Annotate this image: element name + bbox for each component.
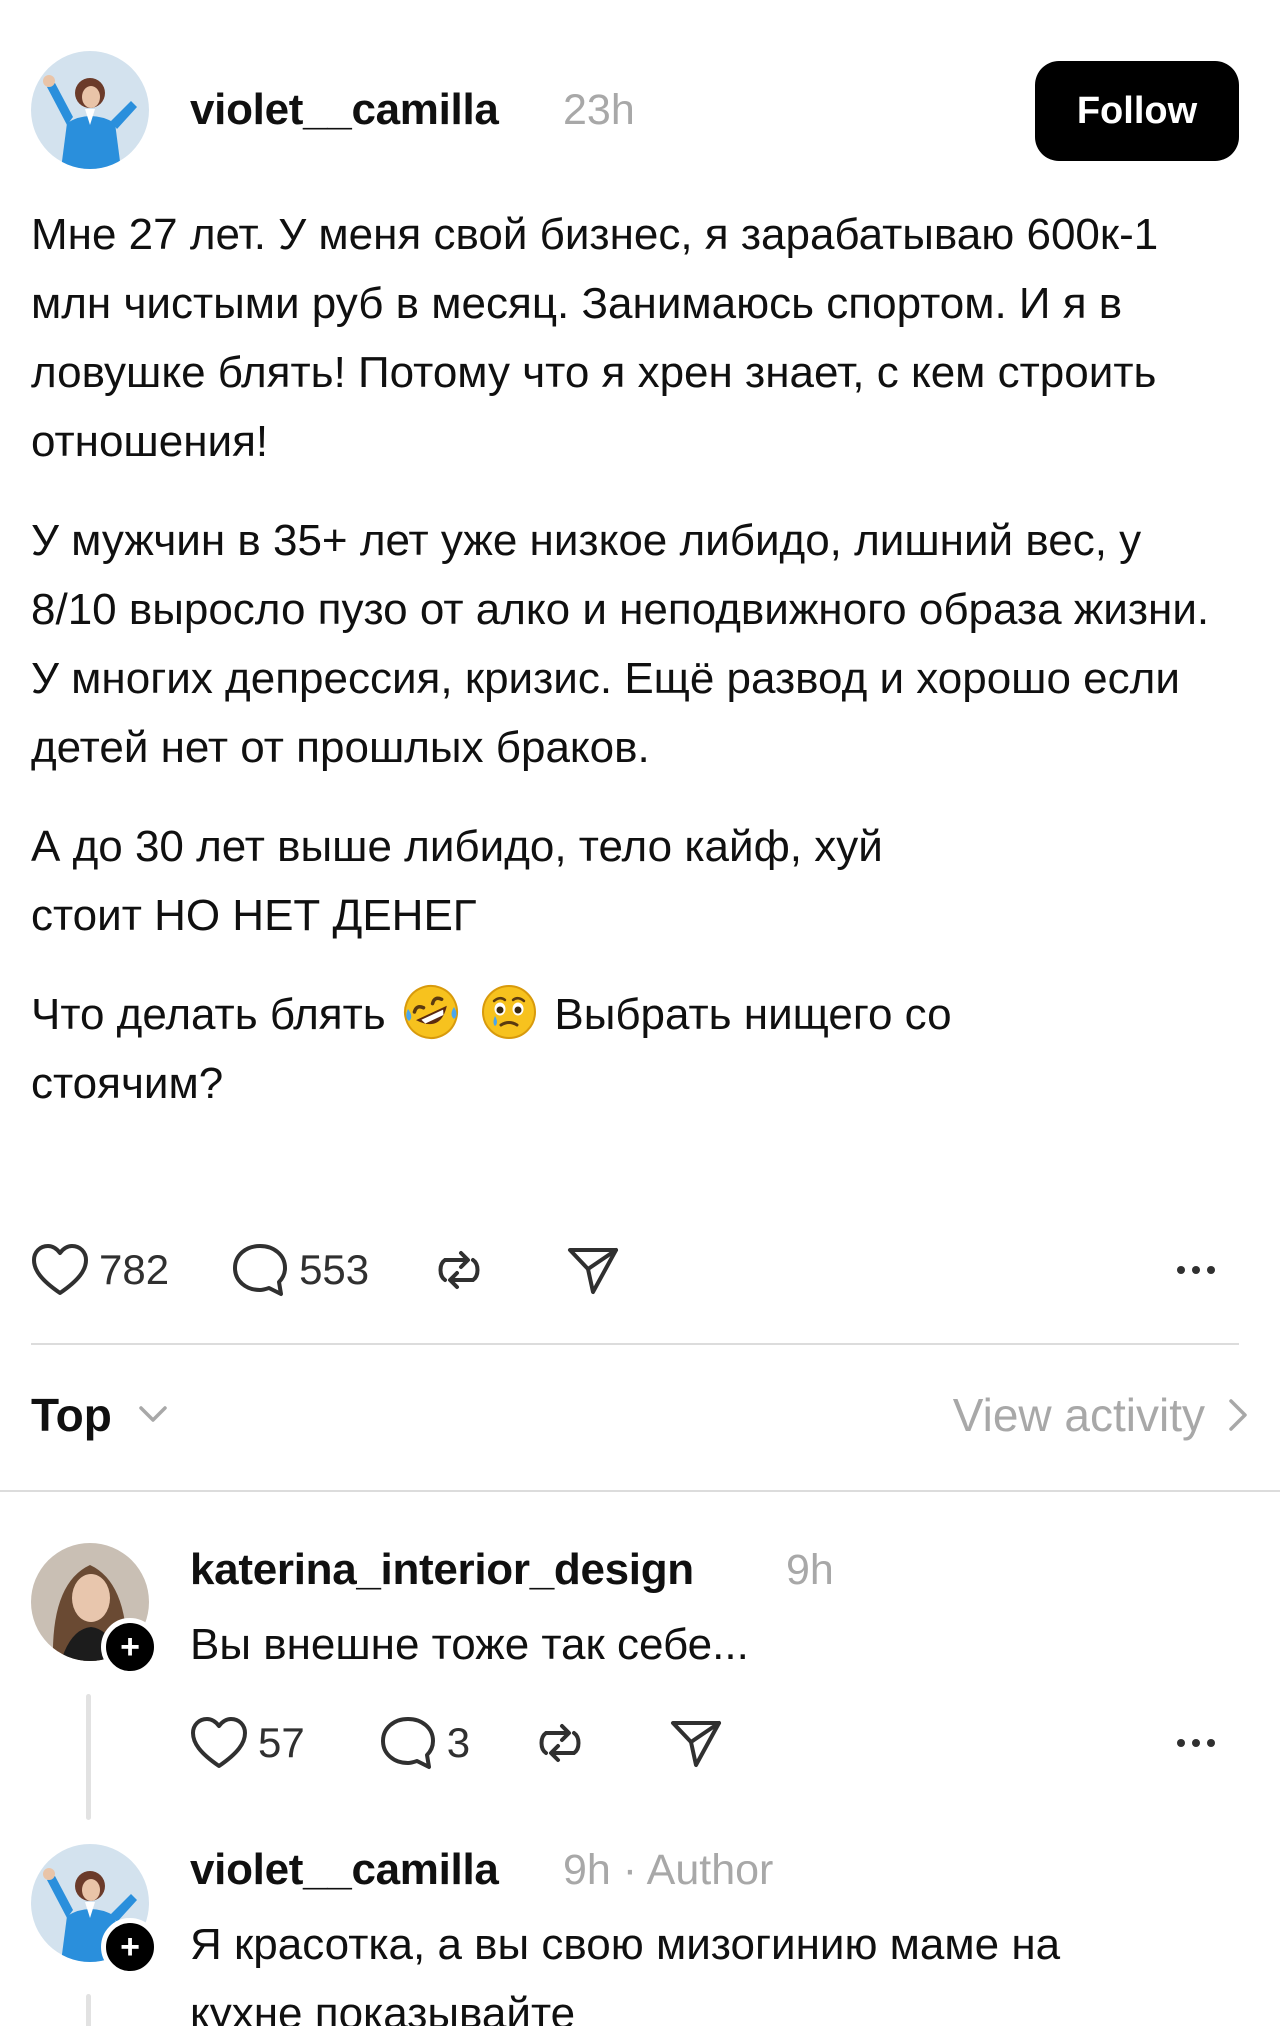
plus-icon: + <box>120 1927 140 1966</box>
plus-icon: + <box>120 1627 140 1666</box>
post-text-before-emoji: Что делать блять <box>31 990 386 1039</box>
face-holding-back-tears-emoji <box>482 985 537 1039</box>
reply-time: 9h <box>786 1546 834 1594</box>
more-dots-icon[interactable] <box>1177 1739 1215 1747</box>
post-action-row: 782 553 <box>31 1230 621 1310</box>
chevron-down-icon[interactable] <box>136 1402 170 1426</box>
author-username[interactable]: violet__camilla <box>190 85 499 135</box>
repost-icon <box>438 1251 480 1289</box>
view-activity-link[interactable]: View activity <box>953 1388 1249 1442</box>
rolling-on-floor-laughing-emoji <box>403 985 458 1039</box>
post-divider <box>31 1343 1239 1345</box>
repost-icon <box>539 1724 581 1762</box>
reply-like-button[interactable]: 57 <box>190 1716 305 1770</box>
comment-button[interactable]: 553 <box>231 1242 369 1298</box>
comment-count: 553 <box>299 1246 370 1293</box>
post-paragraph: Мне 27 лет. У меня свой бизнес, я зараба… <box>31 210 1159 466</box>
heart-icon <box>32 1244 88 1295</box>
more-dots-icon[interactable] <box>1177 1266 1215 1274</box>
reply-like-count: 57 <box>258 1719 305 1766</box>
reply-author-time: 9h · Author <box>563 1846 774 1894</box>
post-body: Мне 27 лет. У меня свой бизнес, я зараба… <box>31 200 1231 1118</box>
reply-text: Вы внешне тоже так себе... <box>190 1620 749 1669</box>
send-icon <box>671 1721 722 1767</box>
like-count: 782 <box>99 1246 170 1293</box>
thread-line <box>86 1694 91 1820</box>
post-header: violet__camilla 23h Follow <box>0 0 1280 180</box>
reply-comment-count: 3 <box>446 1719 471 1766</box>
thread-line <box>86 1994 91 2026</box>
author-avatar[interactable] <box>31 51 149 169</box>
reply-share-button[interactable] <box>668 1715 724 1771</box>
follow-badge[interactable]: + <box>101 1918 159 1976</box>
speech-bubble-icon <box>380 1717 435 1769</box>
send-icon <box>568 1248 619 1294</box>
chevron-right-icon <box>1229 1399 1247 1431</box>
reply-author-text-line1: Я красотка, а вы свою мизогинию маме на <box>190 1920 1061 1969</box>
section-divider <box>0 1490 1280 1492</box>
sort-dropdown[interactable]: Top <box>31 1388 112 1442</box>
share-button[interactable] <box>565 1242 621 1298</box>
reply-comment-button[interactable]: 3 <box>379 1715 470 1771</box>
reply-repost-button[interactable] <box>532 1715 588 1771</box>
heart-icon <box>191 1717 247 1768</box>
speech-bubble-icon <box>233 1244 288 1296</box>
reply-author-text-line2: кухне показывайте <box>190 1989 576 2026</box>
view-activity-label: View activity <box>952 1389 1205 1441</box>
reply-author-username[interactable]: violet__camilla <box>190 1845 499 1895</box>
like-button[interactable]: 782 <box>31 1243 169 1297</box>
repost-button[interactable] <box>431 1242 487 1298</box>
reply-username[interactable]: katerina_interior_design <box>190 1545 694 1595</box>
sort-row: Top View activity <box>31 1380 1249 1460</box>
reply-action-row: 57 3 <box>190 1703 724 1783</box>
follow-badge[interactable]: + <box>101 1618 159 1676</box>
post-paragraph: У мужчин в 35+ лет уже низкое либидо, ли… <box>31 516 1210 772</box>
post-paragraph: А до 30 лет выше либидо, тело кайф, хуй … <box>31 822 883 940</box>
follow-button[interactable]: Follow <box>1035 61 1239 161</box>
post-time: 23h <box>563 86 635 134</box>
post-paragraph-last: Что делать блять Выбрать нищего со стояч <box>31 980 1131 1118</box>
